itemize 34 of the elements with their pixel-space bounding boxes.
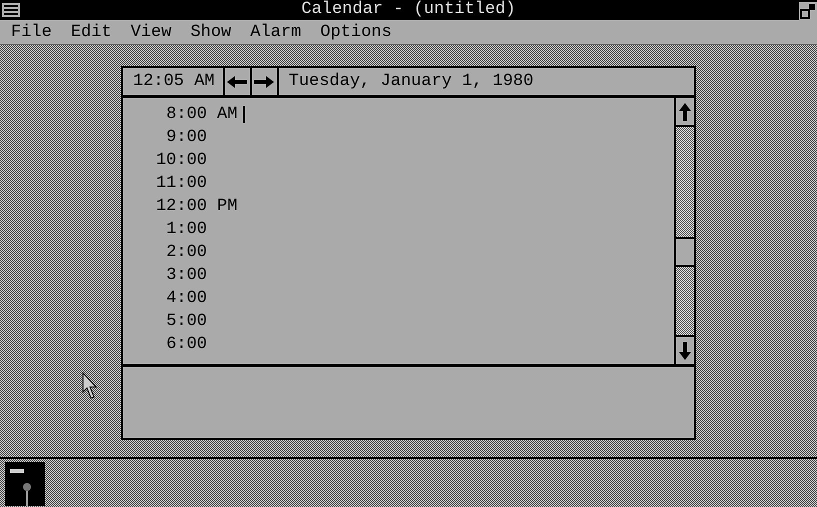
mouse-pointer-icon <box>82 372 98 400</box>
time-label[interactable]: 10:00 <box>123 151 207 170</box>
text-cursor <box>243 106 246 123</box>
time-label[interactable]: 2:00 <box>123 243 207 262</box>
right-arrow-icon <box>254 76 274 88</box>
scroll-bar[interactable] <box>674 98 694 364</box>
date-text: Tuesday, January 1, 1980 <box>288 71 534 93</box>
calendar-app-icon[interactable] <box>5 462 45 506</box>
time-label[interactable]: 5:00 <box>123 312 207 331</box>
up-arrow-icon <box>679 102 691 120</box>
time-label[interactable]: 4:00 <box>123 289 207 308</box>
time-label[interactable]: 11:00 <box>123 174 207 193</box>
time-label[interactable]: 1:00 <box>123 220 207 239</box>
time-label[interactable]: 6:00 <box>123 335 207 354</box>
menu-item[interactable]: View <box>120 22 180 42</box>
menu-icon[interactable] <box>2 3 20 17</box>
menu-item[interactable]: Edit <box>60 22 120 42</box>
meridiem-label: PM <box>217 197 238 216</box>
time-label[interactable]: 12:00 <box>123 197 207 216</box>
window-title: Calendar - (untitled) <box>301 0 516 20</box>
down-arrow-icon <box>679 342 691 360</box>
scroll-thumb[interactable] <box>676 237 694 267</box>
menu-item[interactable]: File <box>0 22 60 42</box>
menu-item[interactable]: Show <box>179 22 240 42</box>
time-label[interactable]: 9:00 <box>123 128 207 147</box>
previous-day-button[interactable] <box>224 68 252 95</box>
menu-item[interactable]: Options <box>309 22 400 42</box>
time-label[interactable]: 8:00 <box>123 105 207 124</box>
restore-icon[interactable] <box>799 2 817 20</box>
time-label[interactable]: 3:00 <box>123 266 207 285</box>
left-arrow-icon <box>227 76 248 88</box>
meridiem-label: AM <box>217 105 238 124</box>
next-day-button[interactable] <box>252 68 279 95</box>
menu-item[interactable]: Alarm <box>239 22 310 42</box>
